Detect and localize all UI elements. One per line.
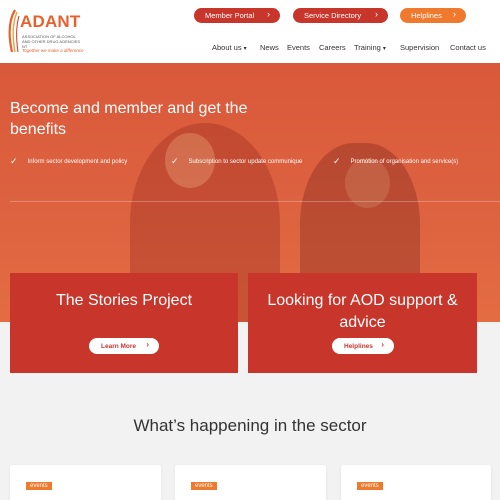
card-title: Looking for AOD support & advice xyxy=(267,292,458,331)
service-directory-label: Service Directory xyxy=(304,11,362,20)
nav-item-supervision[interactable]: Supervision xyxy=(400,43,439,52)
nav-label: Supervision xyxy=(400,43,440,52)
nav-label: Contact us xyxy=(450,43,486,52)
benefit-label: Subscription to sector update communique xyxy=(188,158,303,165)
benefit-item: ✓ Inform sector development and policy xyxy=(10,156,127,167)
site-logo[interactable]: ADANT Association of Alcohol and Other D… xyxy=(6,6,86,56)
news-card[interactable]: events xyxy=(175,465,326,500)
nav-label: Training xyxy=(354,43,381,52)
nav-item-careers[interactable]: Careers xyxy=(319,43,346,52)
learn-more-button[interactable]: Learn More › xyxy=(89,338,159,354)
nav-item-training[interactable]: Training ▾ xyxy=(354,43,386,52)
button-label: Learn More xyxy=(101,342,137,350)
category-tag[interactable]: events xyxy=(26,482,52,490)
category-tag[interactable]: events xyxy=(191,482,217,490)
helplines-button[interactable]: Helplines › xyxy=(400,8,466,23)
stories-project-card: The Stories Project Learn More › xyxy=(10,273,238,373)
news-card[interactable]: events xyxy=(10,465,161,500)
benefit-label: Inform sector development and policy xyxy=(27,158,128,165)
check-icon: ✓ xyxy=(171,156,179,166)
helplines-card-button[interactable]: Helplines › xyxy=(332,338,394,354)
service-directory-button[interactable]: Service Directory › xyxy=(293,8,388,23)
member-portal-button[interactable]: Member Portal › xyxy=(194,8,280,23)
caret-down-icon: ▾ xyxy=(382,46,386,52)
logo-tagline: Together we make a difference xyxy=(22,48,84,53)
category-tag[interactable]: events xyxy=(357,482,383,490)
card-title: The Stories Project xyxy=(55,292,193,309)
logo-subtitle: Association of Alcohol and Other Drug Ag… xyxy=(22,34,81,49)
benefit-item: ✓ Promotion of organisation and service(… xyxy=(333,156,458,167)
hero-title: Become and member and get the benefits xyxy=(10,100,248,138)
nav-label: About us xyxy=(212,43,242,52)
logo-name: ADANT xyxy=(20,12,81,31)
chevron-right-icon: › xyxy=(453,9,456,19)
caret-down-icon: ▾ xyxy=(243,46,247,52)
check-icon: ✓ xyxy=(333,156,341,166)
button-label: Helplines xyxy=(344,342,373,350)
chevron-right-icon: › xyxy=(381,340,384,349)
benefit-item: ✓ Subscription to sector update communiq… xyxy=(171,156,302,167)
aod-support-card: Looking for AOD support & advice Helplin… xyxy=(248,273,477,373)
helplines-label: Helplines xyxy=(411,11,442,20)
check-icon: ✓ xyxy=(10,156,18,166)
chevron-right-icon: › xyxy=(146,340,149,349)
divider xyxy=(10,201,500,202)
chevron-right-icon: › xyxy=(267,9,270,19)
nav-item-events[interactable]: Events xyxy=(287,43,310,52)
benefit-label: Promotion of organisation and service(s) xyxy=(350,158,459,165)
section-title: What’s happening in the sector xyxy=(133,416,367,435)
nav-item-news[interactable]: News xyxy=(260,43,279,52)
member-portal-label: Member Portal xyxy=(205,11,255,20)
news-card[interactable]: events xyxy=(341,465,491,500)
chevron-right-icon: › xyxy=(375,9,378,19)
nav-item-about-us[interactable]: About us ▾ xyxy=(212,43,247,52)
nav-item-contact-us[interactable]: Contact us xyxy=(450,43,486,52)
nav-label: Careers xyxy=(319,43,346,52)
site-header: ADANT Association of Alcohol and Other D… xyxy=(0,0,500,63)
nav-label: News xyxy=(260,43,279,52)
nav-label: Events xyxy=(287,43,310,52)
